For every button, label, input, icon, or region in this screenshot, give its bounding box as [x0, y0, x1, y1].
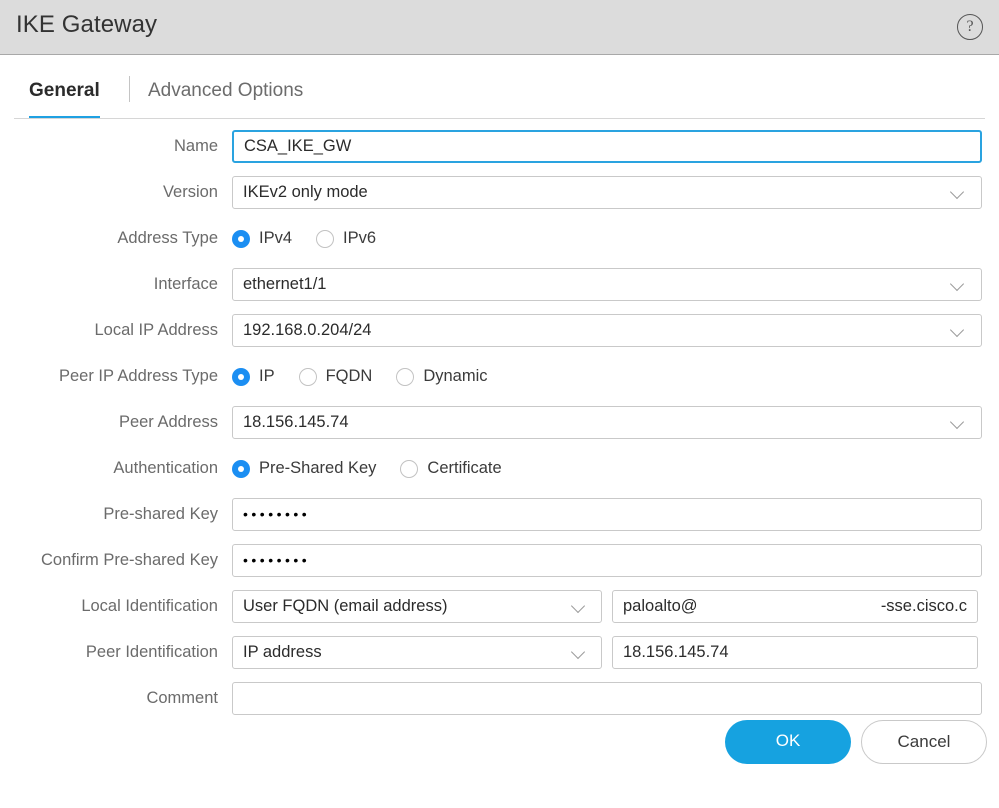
row-confirm-pre-shared-key: Confirm Pre-shared Key ••••••••	[0, 544, 999, 577]
radio-dot-icon	[232, 229, 250, 248]
authentication-radio-group: Pre-Shared Key Certificate	[232, 452, 526, 485]
radio-dot-icon	[232, 459, 250, 478]
label-local-ip-address: Local IP Address	[94, 321, 218, 339]
label-local-identification: Local Identification	[81, 597, 218, 615]
local-ip-address-select[interactable]: 192.168.0.204/24	[232, 314, 982, 347]
radio-label: Pre-Shared Key	[259, 459, 377, 477]
version-select[interactable]: IKEv2 only mode	[232, 176, 982, 209]
row-pre-shared-key: Pre-shared Key ••••••••	[0, 498, 999, 531]
peer-address-select[interactable]: 18.156.145.74	[232, 406, 982, 439]
label-confirm-pre-shared-key: Confirm Pre-shared Key	[41, 551, 218, 569]
ok-button[interactable]: OK	[725, 720, 851, 764]
radio-label: IP	[259, 367, 275, 385]
radio-authentication-pre-shared-key[interactable]: Pre-Shared Key	[232, 459, 376, 478]
radio-label: IPv4	[259, 229, 293, 247]
local-identification-value-input[interactable]: paloalto@ -sse.cisco.c	[612, 590, 978, 623]
local-identification-type-select[interactable]: User FQDN (email address)	[232, 590, 602, 623]
name-input[interactable]: CSA_IKE_GW	[232, 130, 982, 163]
radio-label: Dynamic	[423, 367, 488, 385]
dialog-title: IKE Gateway	[16, 11, 158, 38]
tab-bar: General Advanced Options	[0, 72, 999, 119]
label-address-type: Address Type	[117, 229, 218, 247]
row-version: Version IKEv2 only mode	[0, 176, 999, 209]
radio-dot-icon	[396, 367, 415, 386]
radio-dot-icon	[400, 459, 419, 478]
tab-separator	[129, 76, 130, 102]
interface-select[interactable]: ethernet1/1	[232, 268, 982, 301]
local-identification-value-right: -sse.cisco.c	[880, 597, 967, 615]
label-name: Name	[173, 137, 218, 155]
label-authentication: Authentication	[113, 459, 218, 477]
radio-address-type-ipv6[interactable]: IPv6	[316, 229, 376, 248]
tab-advanced-options[interactable]: Advanced Options	[148, 72, 303, 116]
label-pre-shared-key: Pre-shared Key	[103, 505, 218, 523]
tab-general[interactable]: General	[29, 72, 100, 119]
dialog-titlebar: IKE Gateway ?	[0, 0, 999, 55]
label-interface: Interface	[153, 275, 218, 293]
radio-address-type-ipv4[interactable]: IPv4	[232, 229, 292, 248]
row-interface: Interface ethernet1/1	[0, 268, 999, 301]
row-authentication: Authentication Pre-Shared Key Certificat…	[0, 452, 999, 485]
radio-peer-ip-type-ip[interactable]: IP	[232, 367, 275, 386]
radio-label: Certificate	[427, 459, 502, 477]
local-identification-value-left: paloalto@	[623, 597, 698, 615]
radio-label: FQDN	[325, 367, 373, 385]
radio-dot-icon	[232, 367, 250, 386]
dialog-footer: OK Cancel	[0, 698, 999, 808]
ike-gateway-general-form: Name CSA_IKE_GW Version IKEv2 only mode …	[0, 130, 999, 728]
peer-identification-type-select[interactable]: IP address	[232, 636, 602, 669]
row-peer-ip-address-type: Peer IP Address Type IP FQDN Dynamic	[0, 360, 999, 393]
row-local-ip-address: Local IP Address 192.168.0.204/24	[0, 314, 999, 347]
row-name: Name CSA_IKE_GW	[0, 130, 999, 163]
label-peer-address: Peer Address	[118, 413, 218, 431]
radio-label: IPv6	[343, 229, 377, 247]
label-peer-identification: Peer Identification	[85, 643, 218, 661]
row-address-type: Address Type IPv4 IPv6	[0, 222, 999, 255]
label-peer-ip-address-type: Peer IP Address Type	[59, 367, 218, 385]
help-circle-icon[interactable]: ?	[957, 14, 983, 40]
radio-dot-icon	[298, 367, 317, 386]
radio-dot-icon	[316, 229, 335, 248]
peer-identification-value-input[interactable]: 18.156.145.74	[612, 636, 978, 669]
tab-bottom-rule	[14, 118, 985, 119]
peer-ip-address-type-radio-group: IP FQDN Dynamic	[232, 360, 512, 393]
confirm-pre-shared-key-input[interactable]: ••••••••	[232, 544, 982, 577]
pre-shared-key-input[interactable]: ••••••••	[232, 498, 982, 531]
row-local-identification: Local Identification User FQDN (email ad…	[0, 590, 999, 623]
row-peer-address: Peer Address 18.156.145.74	[0, 406, 999, 439]
cancel-button[interactable]: Cancel	[861, 720, 987, 764]
radio-peer-ip-type-fqdn[interactable]: FQDN	[298, 367, 373, 386]
radio-peer-ip-type-dynamic[interactable]: Dynamic	[396, 367, 488, 386]
label-version: Version	[162, 183, 218, 201]
radio-authentication-certificate[interactable]: Certificate	[400, 459, 502, 478]
address-type-radio-group: IPv4 IPv6	[232, 222, 400, 255]
row-peer-identification: Peer Identification IP address 18.156.14…	[0, 636, 999, 669]
